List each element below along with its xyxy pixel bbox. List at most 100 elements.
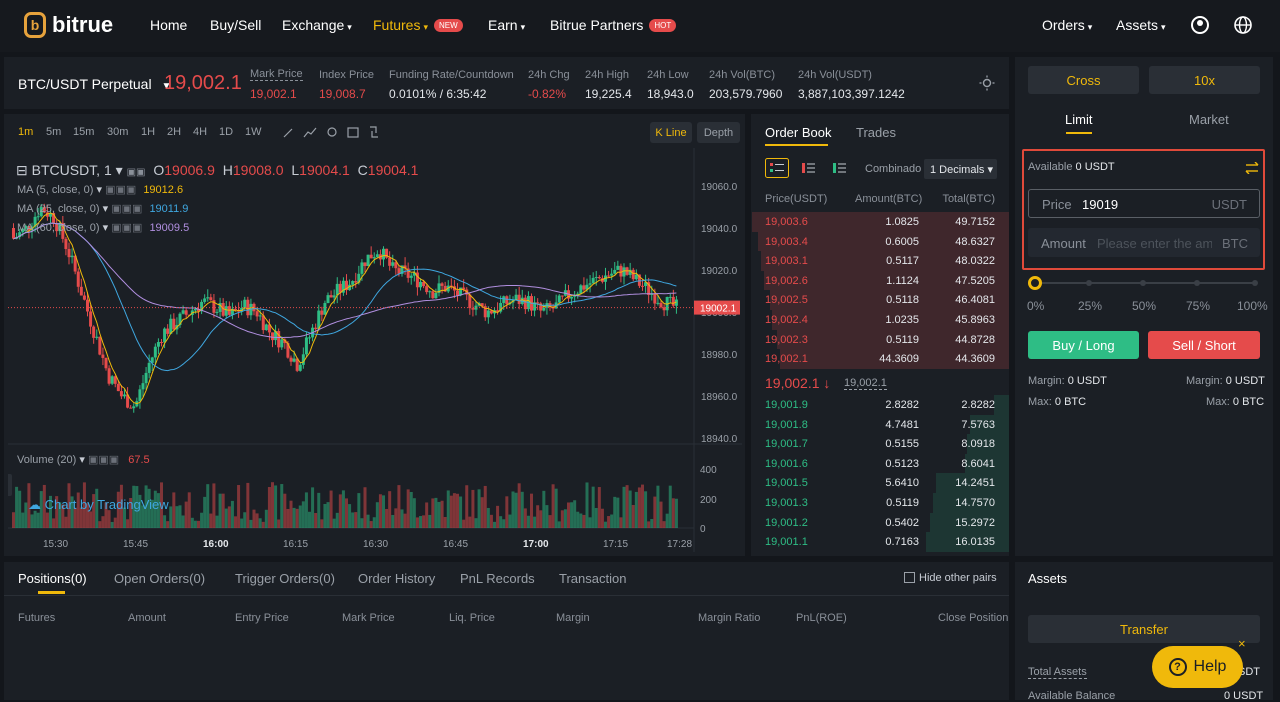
candle: [520, 289, 524, 306]
candle: [406, 262, 410, 283]
tab-order-book[interactable]: Order Book: [765, 125, 831, 140]
tradingview-credit[interactable]: ☁ Chart by TradingView: [28, 497, 169, 513]
volume-bar: [388, 491, 392, 528]
ask-row[interactable]: 19,003.6 1.0825 49.7152: [751, 212, 1009, 232]
theme-toggle-icon[interactable]: [979, 75, 995, 91]
ask-row[interactable]: 19,002.5 0.5118 46.4081: [751, 290, 1009, 310]
tab-limit[interactable]: Limit: [1065, 112, 1092, 127]
candle: [234, 305, 237, 311]
volume-bar: [493, 521, 496, 528]
ask-row[interactable]: 19,002.1 44.3609 44.3609: [751, 349, 1009, 369]
depth-button[interactable]: Depth: [697, 122, 740, 143]
volume-bar: [351, 512, 355, 528]
nav-home[interactable]: Home: [150, 17, 187, 33]
kline-button[interactable]: K Line: [650, 122, 692, 143]
candle: [440, 282, 444, 294]
tab-trades[interactable]: Trades: [856, 125, 896, 140]
volume-bar: [406, 489, 410, 528]
bid-row[interactable]: 19,001.6 0.5123 8.6041: [751, 453, 1009, 474]
candle: [166, 324, 170, 337]
pct-2[interactable]: 50%: [1132, 299, 1156, 313]
timeframe-1H[interactable]: 1H: [141, 126, 155, 138]
ask-row[interactable]: 19,003.4 0.6005 48.6327: [751, 231, 1009, 252]
position-tab-0[interactable]: Positions(0): [18, 571, 87, 586]
volume-bar: [363, 487, 367, 528]
bid-row[interactable]: 19,001.3 0.5119 14.7570: [751, 493, 1009, 513]
user-icon[interactable]: [1190, 15, 1210, 35]
timeframe-1m[interactable]: 1m: [18, 126, 33, 138]
nav-buysell[interactable]: Buy/Sell: [210, 17, 261, 33]
hide-other-pairs[interactable]: Hide other pairs: [904, 572, 997, 584]
row-total: 8.0918: [961, 438, 995, 451]
funding-value: 0.0101% / 6:35:42: [389, 87, 487, 101]
volume-bar: [415, 517, 419, 528]
price-input[interactable]: Price 19019 USDT: [1028, 189, 1260, 218]
row-price: 19,001.7: [765, 438, 808, 451]
position-tab-2[interactable]: Trigger Orders(0): [235, 571, 335, 586]
leverage-button[interactable]: 10x: [1149, 66, 1260, 94]
bid-row[interactable]: 19,001.1 0.7163 16.0135: [751, 532, 1009, 552]
candle: [203, 294, 207, 304]
bid-row[interactable]: 19,001.5 5.6410 14.2451: [751, 473, 1009, 493]
nav-assets[interactable]: Assets ▾: [1116, 17, 1166, 33]
timeframe-1W[interactable]: 1W: [245, 126, 262, 138]
transfer-button[interactable]: Transfer: [1028, 615, 1260, 643]
tab-market[interactable]: Market: [1189, 112, 1229, 127]
pct-3[interactable]: 75%: [1186, 299, 1210, 313]
pct-0[interactable]: 0%: [1027, 299, 1044, 313]
amount-slider[interactable]: [1027, 275, 1262, 291]
position-tab-1[interactable]: Open Orders(0): [114, 571, 205, 586]
bid-row[interactable]: 19,001.9 2.8282 2.8282: [751, 395, 1009, 415]
candle: [341, 277, 345, 296]
position-tab-5[interactable]: Transaction: [559, 571, 626, 586]
sell-short-button[interactable]: Sell / Short: [1148, 331, 1260, 359]
volume-bar: [508, 514, 512, 528]
nav-exchange[interactable]: Exchange ▾: [282, 17, 352, 33]
chg-value: -0.82%: [528, 87, 567, 101]
volume-bar: [428, 514, 432, 528]
nav-partners[interactable]: Bitrue Partners HOT: [550, 17, 677, 33]
timeframe-1D[interactable]: 1D: [219, 126, 233, 138]
logo[interactable]: b bitrue: [24, 12, 113, 38]
timeframe-2H[interactable]: 2H: [167, 126, 181, 138]
book-view-toggles[interactable]: [765, 158, 855, 178]
volume-bar: [64, 516, 68, 528]
volbtc-value: 203,579.7960: [709, 87, 783, 101]
ask-row[interactable]: 19,003.1 0.5117 48.0322: [751, 251, 1009, 271]
bid-row[interactable]: 19,001.2 0.5402 15.2972: [751, 512, 1009, 533]
close-help-icon[interactable]: ×: [1238, 636, 1246, 651]
bid-row[interactable]: 19,001.8 4.7481 7.5763: [751, 414, 1009, 435]
volume-bar: [511, 491, 515, 528]
timeframe-30m[interactable]: 30m: [107, 126, 128, 138]
volume-bar: [18, 490, 22, 528]
nav-futures[interactable]: Futures ▾ NEW: [373, 17, 463, 33]
nav-earn[interactable]: Earn ▾: [488, 17, 525, 33]
ask-row[interactable]: 19,002.4 1.0235 45.8963: [751, 310, 1009, 330]
position-tab-3[interactable]: Order History: [358, 571, 435, 586]
index-price: 19,008.7: [319, 87, 366, 101]
buy-long-button[interactable]: Buy / Long: [1028, 331, 1139, 359]
help-button[interactable]: ? Help: [1152, 646, 1243, 688]
ask-row[interactable]: 19,002.3 0.5119 44.8728: [751, 329, 1009, 350]
candle: [345, 274, 348, 295]
symbol-selector[interactable]: BTC/USDT Perpetual ▼: [18, 76, 171, 92]
nav-orders[interactable]: Orders ▾: [1042, 17, 1092, 33]
candle: [354, 272, 358, 288]
globe-icon[interactable]: [1233, 15, 1253, 35]
timeframe-15m[interactable]: 15m: [73, 126, 94, 138]
pct-4[interactable]: 100%: [1237, 299, 1268, 313]
amount-input[interactable]: Amount Please enter the amount BTC: [1028, 228, 1260, 257]
decimals-select[interactable]: 1 Decimals ▾: [924, 159, 997, 179]
ask-row[interactable]: 19,002.6 1.1124 47.5205: [751, 270, 1009, 291]
col-header: Liq. Price: [449, 612, 495, 624]
chevron-down-icon: ▾: [347, 22, 352, 32]
transfer-icon[interactable]: [1245, 162, 1259, 174]
pct-1[interactable]: 25%: [1078, 299, 1102, 313]
position-tab-4[interactable]: PnL Records: [460, 571, 535, 586]
timeframe-4H[interactable]: 4H: [193, 126, 207, 138]
bid-row[interactable]: 19,001.7 0.5155 8.0918: [751, 434, 1009, 454]
candle: [391, 254, 395, 268]
candle: [101, 347, 105, 366]
cross-margin-button[interactable]: Cross: [1028, 66, 1139, 94]
timeframe-5m[interactable]: 5m: [46, 126, 61, 138]
